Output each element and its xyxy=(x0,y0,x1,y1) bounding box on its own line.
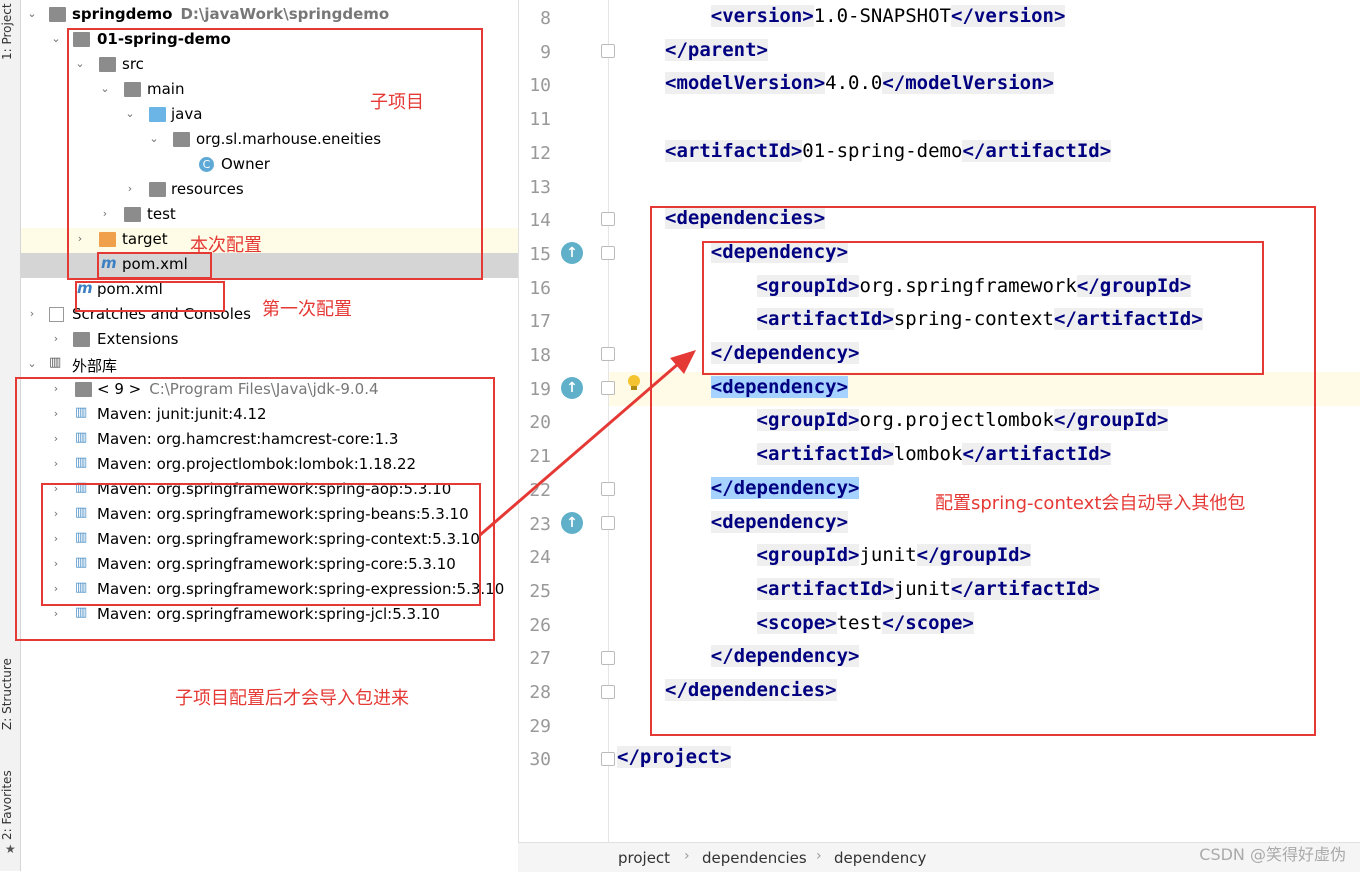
external-libs-label: 外部库 xyxy=(72,357,118,375)
chevron-down-icon[interactable]: ⌄ xyxy=(25,357,39,371)
fold-marker-icon[interactable] xyxy=(601,44,615,58)
line-number: 30 xyxy=(529,749,551,770)
line-number: 8 xyxy=(540,8,551,29)
chevron-right-icon: › xyxy=(816,848,822,864)
xml-tag: </modelVersion> xyxy=(882,72,1054,94)
annotation-first-config: 第一次配置 xyxy=(262,299,352,320)
code-line[interactable]: </project> xyxy=(617,746,732,768)
module-folder-icon xyxy=(49,7,66,22)
xml-text: 4.0.0 xyxy=(825,72,883,94)
fold-marker-icon[interactable] xyxy=(601,212,615,226)
chevron-down-icon[interactable]: ⌄ xyxy=(49,32,63,46)
tree-root[interactable]: ⌄ springdemo D:\javaWork\springdemo xyxy=(21,3,518,28)
maven-dependency-gutter-icon[interactable]: ↑ xyxy=(561,242,583,264)
chevron-right-icon[interactable]: › xyxy=(25,307,39,321)
xml-tag: </parent> xyxy=(665,39,768,61)
code-line[interactable]: </parent> xyxy=(665,39,768,61)
xml-tag: <modelVersion> xyxy=(665,72,826,94)
line-number: 11 xyxy=(529,109,551,130)
breadcrumb-project[interactable]: project xyxy=(618,849,670,867)
chevron-right-icon: › xyxy=(684,848,690,864)
fold-marker-icon[interactable] xyxy=(601,246,615,260)
line-number: 14 xyxy=(529,210,551,231)
extensions-label: Extensions xyxy=(97,330,179,348)
annotation-box-subproject xyxy=(67,28,483,280)
xml-tag: <version> xyxy=(710,5,814,27)
breadcrumb-dependencies[interactable]: dependencies xyxy=(702,849,807,867)
xml-text: 01-spring-demo xyxy=(802,140,963,162)
annotation-subproject: 子项目 xyxy=(370,92,424,113)
xml-tag: </version> xyxy=(951,5,1066,27)
line-number: 27 xyxy=(529,648,551,669)
scratches-icon xyxy=(49,307,64,322)
line-number: 26 xyxy=(529,615,551,636)
line-number: 10 xyxy=(529,75,551,96)
line-number: 12 xyxy=(529,143,551,164)
code-line[interactable]: <artifactId>01-spring-demo</artifactId> xyxy=(665,140,1112,162)
favorites-tool-tab[interactable]: 2: Favorites xyxy=(0,760,20,840)
xml-tag: <artifactId> xyxy=(665,140,803,162)
tree-external-libs[interactable]: ⌄ ▥ 外部库 xyxy=(21,353,518,378)
breadcrumb-dependency[interactable]: dependency xyxy=(834,849,926,867)
project-tool-tab[interactable]: 1: Project xyxy=(0,0,20,60)
xml-tag: </artifactId> xyxy=(962,140,1112,162)
annotation-auto-import: 配置spring-context会自动导入其他包 xyxy=(935,493,1246,514)
line-number: 24 xyxy=(529,547,551,568)
line-number: 29 xyxy=(529,716,551,737)
code-line[interactable]: <modelVersion>4.0.0</modelVersion> xyxy=(665,72,1054,94)
fold-marker-icon[interactable] xyxy=(601,685,615,699)
line-number: 28 xyxy=(529,682,551,703)
structure-tool-tab[interactable]: Z: Structure xyxy=(0,640,20,730)
root-label: springdemo xyxy=(72,5,173,23)
annotation-box-spring-libs xyxy=(41,483,481,606)
star-icon: ★ xyxy=(5,842,16,856)
annotation-this-config: 本次配置 xyxy=(190,235,262,256)
line-number: 9 xyxy=(540,42,551,63)
line-number: 16 xyxy=(529,278,551,299)
line-number: 15 xyxy=(529,244,551,265)
library-icon: ▥ xyxy=(49,355,62,370)
line-number: 17 xyxy=(529,311,551,332)
chevron-down-icon[interactable]: ⌄ xyxy=(25,7,39,21)
xml-tag: </project> xyxy=(617,746,732,768)
annotation-import-note: 子项目配置后才会导入包进来 xyxy=(175,688,409,709)
xml-text: 1.0-SNAPSHOT xyxy=(813,5,951,27)
code-line[interactable]: <version>1.0-SNAPSHOT</version> xyxy=(665,5,1066,27)
line-number: 25 xyxy=(529,581,551,602)
tree-extensions[interactable]: › Extensions xyxy=(21,328,518,353)
annotation-arrow-icon xyxy=(479,350,696,537)
chevron-right-icon[interactable]: › xyxy=(49,332,63,346)
root-path: D:\javaWork\springdemo xyxy=(180,5,390,23)
annotation-box-spring-context xyxy=(702,241,1264,375)
line-number: 13 xyxy=(529,177,551,198)
folder-icon xyxy=(73,332,90,347)
watermark: CSDN @笑得好虚伪 xyxy=(1199,845,1346,864)
fold-marker-icon[interactable] xyxy=(601,651,615,665)
fold-marker-icon[interactable] xyxy=(601,752,615,766)
annotation-box-root-pom xyxy=(75,281,225,312)
